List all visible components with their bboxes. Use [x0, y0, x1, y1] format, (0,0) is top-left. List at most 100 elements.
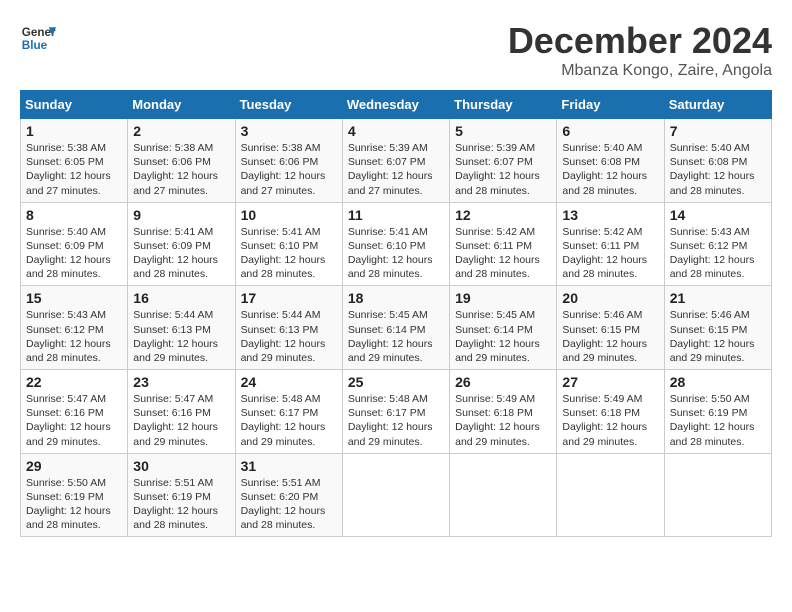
logo-icon: General Blue [20, 20, 56, 56]
day-number: 23 [133, 374, 229, 390]
calendar-day-cell: 30 Sunrise: 5:51 AM Sunset: 6:19 PM Dayli… [128, 453, 235, 537]
day-info: Sunrise: 5:51 AM Sunset: 6:19 PM Dayligh… [133, 476, 229, 533]
calendar-day-cell: 12 Sunrise: 5:42 AM Sunset: 6:11 PM Dayli… [450, 202, 557, 286]
calendar-header-row: SundayMondayTuesdayWednesdayThursdayFrid… [21, 91, 772, 119]
calendar-header-cell: Saturday [664, 91, 771, 119]
calendar-header-cell: Tuesday [235, 91, 342, 119]
calendar-week-row: 8 Sunrise: 5:40 AM Sunset: 6:09 PM Daylig… [21, 202, 772, 286]
day-number: 26 [455, 374, 551, 390]
day-info: Sunrise: 5:45 AM Sunset: 6:14 PM Dayligh… [455, 308, 551, 365]
day-number: 6 [562, 123, 658, 139]
calendar-table: SundayMondayTuesdayWednesdayThursdayFrid… [20, 90, 772, 537]
day-number: 28 [670, 374, 766, 390]
calendar-day-cell: 16 Sunrise: 5:44 AM Sunset: 6:13 PM Dayli… [128, 286, 235, 370]
title-area: December 2024 Mbanza Kongo, Zaire, Angol… [508, 20, 772, 80]
calendar-day-cell: 3Sunrise: 5:38 AM Sunset: 6:06 PM Daylig… [235, 119, 342, 203]
day-number: 10 [241, 207, 337, 223]
calendar-day-cell: 27 Sunrise: 5:49 AM Sunset: 6:18 PM Dayli… [557, 370, 664, 454]
day-info: Sunrise: 5:48 AM Sunset: 6:17 PM Dayligh… [348, 392, 444, 449]
day-info: Sunrise: 5:42 AM Sunset: 6:11 PM Dayligh… [455, 225, 551, 282]
day-number: 30 [133, 458, 229, 474]
calendar-day-cell: 7Sunrise: 5:40 AM Sunset: 6:08 PM Daylig… [664, 119, 771, 203]
day-info: Sunrise: 5:49 AM Sunset: 6:18 PM Dayligh… [455, 392, 551, 449]
location-title: Mbanza Kongo, Zaire, Angola [508, 62, 772, 80]
calendar-day-cell: 31 Sunrise: 5:51 AM Sunset: 6:20 PM Dayli… [235, 453, 342, 537]
calendar-day-cell: 11 Sunrise: 5:41 AM Sunset: 6:10 PM Dayli… [342, 202, 449, 286]
day-info: Sunrise: 5:40 AM Sunset: 6:08 PM Dayligh… [562, 141, 658, 198]
calendar-header-cell: Friday [557, 91, 664, 119]
day-info: Sunrise: 5:42 AM Sunset: 6:11 PM Dayligh… [562, 225, 658, 282]
month-title: December 2024 [508, 20, 772, 62]
day-info: Sunrise: 5:43 AM Sunset: 6:12 PM Dayligh… [670, 225, 766, 282]
day-number: 16 [133, 290, 229, 306]
day-number: 31 [241, 458, 337, 474]
calendar-day-cell: 9Sunrise: 5:41 AM Sunset: 6:09 PM Daylig… [128, 202, 235, 286]
day-info: Sunrise: 5:41 AM Sunset: 6:10 PM Dayligh… [348, 225, 444, 282]
day-number: 12 [455, 207, 551, 223]
calendar-day-cell: 17Sunrise: 5:44 AM Sunset: 6:13 PM Dayli… [235, 286, 342, 370]
logo: General Blue [20, 20, 56, 56]
day-number: 18 [348, 290, 444, 306]
day-info: Sunrise: 5:38 AM Sunset: 6:06 PM Dayligh… [241, 141, 337, 198]
day-info: Sunrise: 5:43 AM Sunset: 6:12 PM Dayligh… [26, 308, 122, 365]
day-info: Sunrise: 5:39 AM Sunset: 6:07 PM Dayligh… [348, 141, 444, 198]
day-number: 8 [26, 207, 122, 223]
calendar-day-cell: 1Sunrise: 5:38 AM Sunset: 6:05 PM Daylig… [21, 119, 128, 203]
day-info: Sunrise: 5:41 AM Sunset: 6:10 PM Dayligh… [241, 225, 337, 282]
calendar-day-cell: 4 Sunrise: 5:39 AM Sunset: 6:07 PM Daylig… [342, 119, 449, 203]
calendar-header-cell: Sunday [21, 91, 128, 119]
day-number: 9 [133, 207, 229, 223]
calendar-day-cell: 22 Sunrise: 5:47 AM Sunset: 6:16 PM Dayli… [21, 370, 128, 454]
day-info: Sunrise: 5:40 AM Sunset: 6:09 PM Dayligh… [26, 225, 122, 282]
day-number: 11 [348, 207, 444, 223]
day-number: 5 [455, 123, 551, 139]
calendar-header-cell: Monday [128, 91, 235, 119]
calendar-day-cell: 13 Sunrise: 5:42 AM Sunset: 6:11 PM Dayli… [557, 202, 664, 286]
day-info: Sunrise: 5:49 AM Sunset: 6:18 PM Dayligh… [562, 392, 658, 449]
day-number: 25 [348, 374, 444, 390]
day-info: Sunrise: 5:45 AM Sunset: 6:14 PM Dayligh… [348, 308, 444, 365]
calendar-week-row: 22 Sunrise: 5:47 AM Sunset: 6:16 PM Dayli… [21, 370, 772, 454]
calendar-day-cell: 26 Sunrise: 5:49 AM Sunset: 6:18 PM Dayli… [450, 370, 557, 454]
calendar-body: 1Sunrise: 5:38 AM Sunset: 6:05 PM Daylig… [21, 119, 772, 537]
day-number: 22 [26, 374, 122, 390]
day-info: Sunrise: 5:51 AM Sunset: 6:20 PM Dayligh… [241, 476, 337, 533]
svg-text:Blue: Blue [22, 39, 48, 52]
calendar-day-cell: 28 Sunrise: 5:50 AM Sunset: 6:19 PM Dayli… [664, 370, 771, 454]
calendar-week-row: 1Sunrise: 5:38 AM Sunset: 6:05 PM Daylig… [21, 119, 772, 203]
calendar-day-cell: 6 Sunrise: 5:40 AM Sunset: 6:08 PM Daylig… [557, 119, 664, 203]
day-info: Sunrise: 5:46 AM Sunset: 6:15 PM Dayligh… [670, 308, 766, 365]
calendar-day-cell [342, 453, 449, 537]
day-info: Sunrise: 5:47 AM Sunset: 6:16 PM Dayligh… [26, 392, 122, 449]
day-number: 4 [348, 123, 444, 139]
calendar-day-cell: 8 Sunrise: 5:40 AM Sunset: 6:09 PM Daylig… [21, 202, 128, 286]
calendar-day-cell: 23 Sunrise: 5:47 AM Sunset: 6:16 PM Dayli… [128, 370, 235, 454]
page-header: General Blue December 2024 Mbanza Kongo,… [20, 20, 772, 80]
day-info: Sunrise: 5:48 AM Sunset: 6:17 PM Dayligh… [241, 392, 337, 449]
day-info: Sunrise: 5:38 AM Sunset: 6:06 PM Dayligh… [133, 141, 229, 198]
day-number: 7 [670, 123, 766, 139]
calendar-day-cell: 14Sunrise: 5:43 AM Sunset: 6:12 PM Dayli… [664, 202, 771, 286]
calendar-week-row: 15 Sunrise: 5:43 AM Sunset: 6:12 PM Dayli… [21, 286, 772, 370]
day-info: Sunrise: 5:44 AM Sunset: 6:13 PM Dayligh… [133, 308, 229, 365]
day-number: 17 [241, 290, 337, 306]
day-number: 24 [241, 374, 337, 390]
calendar-day-cell: 18 Sunrise: 5:45 AM Sunset: 6:14 PM Dayli… [342, 286, 449, 370]
calendar-day-cell: 25 Sunrise: 5:48 AM Sunset: 6:17 PM Dayli… [342, 370, 449, 454]
calendar-header-cell: Thursday [450, 91, 557, 119]
calendar-week-row: 29Sunrise: 5:50 AM Sunset: 6:19 PM Dayli… [21, 453, 772, 537]
day-info: Sunrise: 5:47 AM Sunset: 6:16 PM Dayligh… [133, 392, 229, 449]
day-info: Sunrise: 5:39 AM Sunset: 6:07 PM Dayligh… [455, 141, 551, 198]
day-number: 15 [26, 290, 122, 306]
day-number: 19 [455, 290, 551, 306]
calendar-day-cell: 10 Sunrise: 5:41 AM Sunset: 6:10 PM Dayli… [235, 202, 342, 286]
calendar-day-cell: 20Sunrise: 5:46 AM Sunset: 6:15 PM Dayli… [557, 286, 664, 370]
day-number: 1 [26, 123, 122, 139]
day-number: 27 [562, 374, 658, 390]
day-number: 13 [562, 207, 658, 223]
day-info: Sunrise: 5:50 AM Sunset: 6:19 PM Dayligh… [670, 392, 766, 449]
calendar-day-cell [664, 453, 771, 537]
calendar-header-cell: Wednesday [342, 91, 449, 119]
calendar-day-cell: 2Sunrise: 5:38 AM Sunset: 6:06 PM Daylig… [128, 119, 235, 203]
calendar-day-cell: 21Sunrise: 5:46 AM Sunset: 6:15 PM Dayli… [664, 286, 771, 370]
